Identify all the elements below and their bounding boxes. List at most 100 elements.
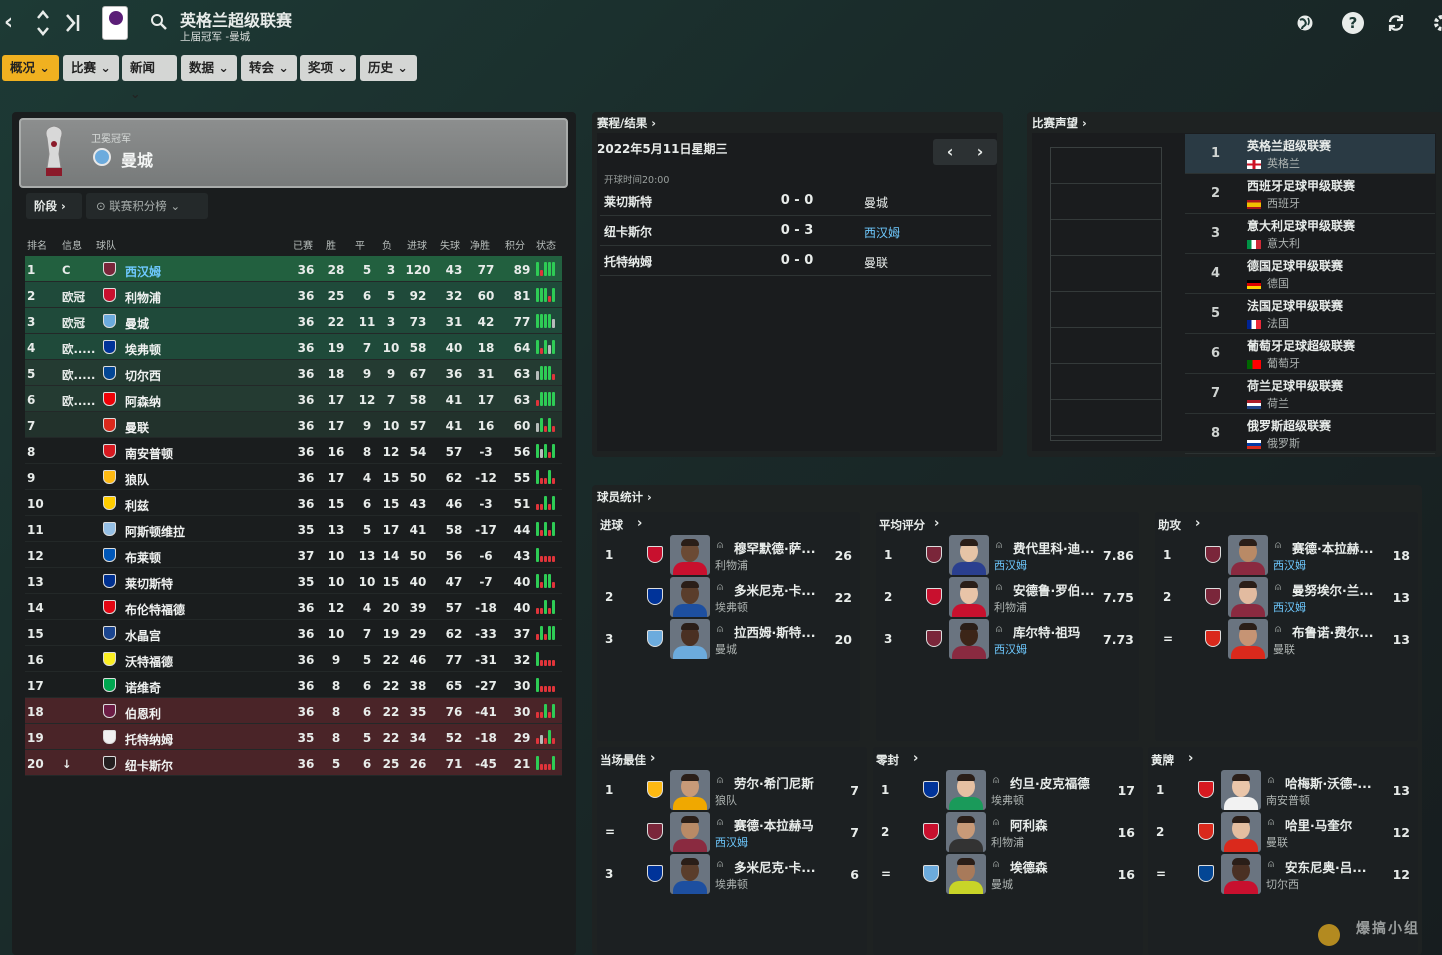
player-name[interactable]: 赛德·本拉赫马: [734, 815, 842, 834]
player-info-icon[interactable]: ⍝: [1268, 817, 1274, 828]
stat-row[interactable]: = ⍝ 布鲁诺·费尔... 曼联 13: [1155, 618, 1418, 660]
form-indicator[interactable]: [536, 366, 560, 380]
reputation-row[interactable]: 4 德国足球甲级联赛 德国: [1185, 254, 1435, 294]
player-info-icon[interactable]: ⍝: [1268, 775, 1274, 786]
player-photo[interactable]: [670, 770, 710, 810]
competition-name[interactable]: 德国足球甲级联赛: [1247, 257, 1427, 274]
form-indicator[interactable]: [536, 522, 560, 536]
player-club[interactable]: 西汉姆: [994, 557, 1027, 573]
form-indicator[interactable]: [536, 392, 560, 406]
player-club[interactable]: 曼联: [1266, 834, 1288, 850]
team-name[interactable]: 阿森纳: [125, 393, 161, 410]
form-indicator[interactable]: [536, 626, 560, 640]
team-name[interactable]: 西汉姆: [125, 263, 161, 280]
home-team[interactable]: 纽卡斯尔: [604, 223, 652, 240]
reputation-row[interactable]: 8 俄罗斯超级联赛 俄罗斯: [1185, 414, 1435, 454]
menu-news[interactable]: 新闻 ⌄: [122, 55, 177, 101]
player-club[interactable]: 南安普顿: [1266, 792, 1310, 808]
col-pos[interactable]: 排名: [27, 237, 47, 252]
prev-date-button[interactable]: ‹: [933, 139, 967, 165]
table-row[interactable]: 13 莱切斯特 35 10 10 15 40 47 -7 40: [25, 568, 562, 594]
player-photo[interactable]: [670, 854, 710, 894]
col-gf[interactable]: 进球: [407, 237, 427, 252]
player-name[interactable]: 多米尼克·卡...: [734, 857, 842, 876]
player-info-icon[interactable]: ⍝: [717, 582, 723, 593]
form-indicator[interactable]: [536, 678, 560, 692]
form-indicator[interactable]: [536, 600, 560, 614]
player-photo[interactable]: [949, 535, 989, 575]
player-club[interactable]: 埃弗顿: [715, 876, 748, 892]
fixtures-title[interactable]: 赛程/结果 ›: [597, 115, 656, 131]
table-row[interactable]: 10 利兹 36 15 6 15 43 46 -3 51: [25, 490, 562, 516]
up-down-arrows-icon[interactable]: [36, 8, 50, 38]
player-club[interactable]: 狼队: [715, 792, 737, 808]
team-name[interactable]: 阿斯顿维拉: [125, 523, 185, 540]
col-pts[interactable]: 积分: [505, 237, 525, 252]
team-name[interactable]: 伯恩利: [125, 705, 161, 722]
table-row[interactable]: 19 托特纳姆 35 8 5 22 34 52 -18 29: [25, 724, 562, 750]
player-photo[interactable]: [1221, 770, 1261, 810]
away-team[interactable]: 曼联: [864, 254, 888, 271]
team-name[interactable]: 布伦特福德: [125, 601, 185, 618]
stat-row[interactable]: 2 ⍝ 安德鲁·罗伯... 利物浦 7.75: [876, 576, 1139, 618]
col-lost[interactable]: 负: [382, 237, 392, 252]
stat-row[interactable]: 2 ⍝ 多米尼克·卡... 埃弗顿 22: [597, 576, 860, 618]
player-info-icon[interactable]: ⍝: [1275, 624, 1281, 635]
stat-card-title[interactable]: 黄牌: [1151, 752, 1174, 768]
player-photo[interactable]: [946, 770, 986, 810]
player-name[interactable]: 阿利森: [1010, 815, 1118, 834]
col-info[interactable]: 信息: [62, 237, 82, 252]
stat-card-arrow-icon[interactable]: ›: [1188, 751, 1193, 766]
score[interactable]: 0 - 0: [770, 253, 824, 268]
player-photo[interactable]: [949, 577, 989, 617]
col-drawn[interactable]: 平: [355, 237, 365, 252]
player-photo[interactable]: [1221, 854, 1261, 894]
team-name[interactable]: 布莱顿: [125, 549, 161, 566]
stat-card-arrow-icon[interactable]: ›: [934, 516, 939, 531]
reputation-row[interactable]: 1 英格兰超级联赛 英格兰: [1185, 134, 1435, 174]
menu-stats[interactable]: 数据 ⌄: [181, 55, 237, 81]
form-indicator[interactable]: [536, 470, 560, 484]
stat-card-title[interactable]: 平均评分: [879, 517, 925, 533]
player-photo[interactable]: [1228, 535, 1268, 575]
stat-row[interactable]: 1 ⍝ 约旦·皮克福德 埃弗顿 17: [873, 769, 1143, 811]
team-name[interactable]: 纽卡斯尔: [125, 757, 173, 774]
team-name[interactable]: 南安普顿: [125, 445, 173, 462]
form-indicator[interactable]: [536, 288, 560, 302]
help-icon[interactable]: ?: [1342, 12, 1364, 34]
player-name[interactable]: 约旦·皮克福德: [1010, 773, 1118, 792]
competition-name[interactable]: 法国足球甲级联赛: [1247, 297, 1427, 314]
competition-name[interactable]: 意大利足球甲级联赛: [1247, 217, 1427, 234]
competition-name[interactable]: 荷兰足球甲级联赛: [1247, 377, 1427, 394]
team-name[interactable]: 利物浦: [125, 289, 161, 306]
table-row[interactable]: 11 阿斯顿维拉 35 13 5 17 41 58 -17 44: [25, 516, 562, 542]
player-club[interactable]: 曼城: [715, 641, 737, 657]
competition-name[interactable]: 英格兰超级联赛: [1247, 137, 1427, 154]
player-photo[interactable]: [1228, 577, 1268, 617]
table-row[interactable]: 1 C 西汉姆 36 28 5 3 120 43 77 89: [25, 256, 562, 282]
stat-row[interactable]: 3 ⍝ 拉西姆·斯特... 曼城 20: [597, 618, 860, 660]
form-indicator[interactable]: [536, 444, 560, 458]
player-club[interactable]: 利物浦: [715, 557, 748, 573]
player-info-icon[interactable]: ⍝: [993, 859, 999, 870]
player-club[interactable]: 曼联: [1273, 641, 1295, 657]
player-photo[interactable]: [946, 854, 986, 894]
table-row[interactable]: 14 布伦特福德 36 12 4 20 39 57 -18 40: [25, 594, 562, 620]
reputation-row[interactable]: 2 西班牙足球甲级联赛 西班牙: [1185, 174, 1435, 214]
stat-card-arrow-icon[interactable]: ›: [1195, 516, 1200, 531]
refresh-icon[interactable]: [1386, 13, 1406, 33]
competition-name[interactable]: 葡萄牙足球超级联赛: [1247, 337, 1427, 354]
player-info-icon[interactable]: ⍝: [996, 582, 1002, 593]
team-name[interactable]: 狼队: [125, 471, 149, 488]
stat-row[interactable]: = ⍝ 赛德·本拉赫马 西汉姆 7: [597, 811, 867, 853]
player-club[interactable]: 曼城: [991, 876, 1013, 892]
player-name[interactable]: 哈梅斯·沃德-...: [1285, 773, 1393, 792]
stat-card-title[interactable]: 助攻: [1158, 517, 1181, 533]
player-photo[interactable]: [949, 619, 989, 659]
player-club[interactable]: 埃弗顿: [715, 599, 748, 615]
home-team[interactable]: 托特纳姆: [604, 253, 652, 270]
player-name[interactable]: 埃德森: [1010, 857, 1118, 876]
search-icon[interactable]: [150, 13, 168, 31]
stat-row[interactable]: 1 ⍝ 哈梅斯·沃德-... 南安普顿 13: [1148, 769, 1418, 811]
form-indicator[interactable]: [536, 262, 560, 276]
